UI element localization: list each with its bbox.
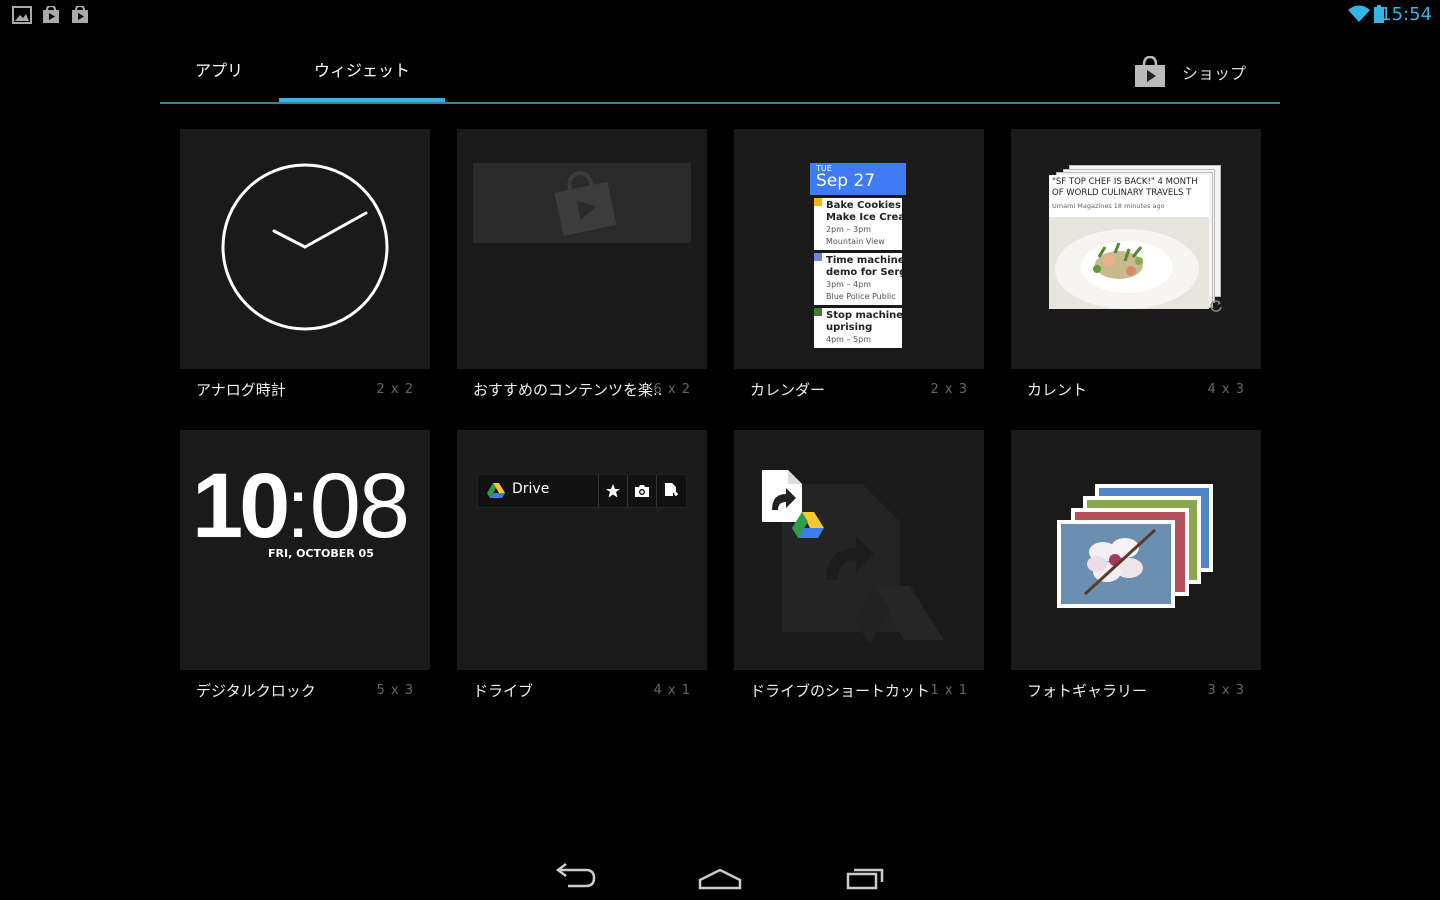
tab-bar: アプリ ウィジェット ショップ	[160, 40, 1280, 104]
widget-label-row: デジタルクロック 5 x 3	[180, 676, 430, 706]
digital-clock-preview: 10:08	[192, 454, 410, 559]
event-time: 3pm – 4pm	[826, 280, 872, 289]
calendar-preview: TUE Sep 27 Bake Cookies & Make Ice Cream…	[810, 163, 906, 348]
recent-apps-icon[interactable]	[836, 858, 896, 894]
widget-recommended[interactable]	[457, 129, 707, 369]
navigation-bar	[0, 850, 1440, 900]
calendar-date: Sep 27	[816, 171, 876, 191]
widget-calendar[interactable]: TUE Sep 27 Bake Cookies & Make Ice Cream…	[734, 129, 984, 369]
drive-new-doc-button	[656, 475, 685, 507]
widget-name: アナログ時計	[196, 381, 286, 399]
widget-label-row: アナログ時計 2 x 2	[180, 375, 430, 405]
currents-headline: "SF TOP CHEF IS BACK!" 4 MONTH OF WORLD …	[1052, 177, 1198, 198]
drive-star-button	[598, 475, 627, 507]
widget-size: 3 x 3	[1207, 683, 1245, 698]
widget-size: 5 x 3	[376, 683, 414, 698]
widget-size: 4 x 1	[653, 683, 691, 698]
clock-colon: :	[286, 461, 310, 555]
widget-drive[interactable]: Drive	[457, 430, 707, 670]
widget-analog-clock[interactable]	[180, 129, 430, 369]
clock-time: 15:54	[1380, 4, 1432, 25]
widget-drive-shortcut[interactable]	[734, 430, 984, 670]
currents-meta: Umami Magazines 18 minutes ago	[1052, 202, 1165, 210]
event-place: Mountain View	[826, 237, 885, 246]
event-color-marker	[814, 308, 822, 316]
event-time: 4pm – 5pm	[826, 335, 872, 344]
back-icon[interactable]	[546, 858, 606, 894]
clock-minute: 08	[309, 455, 410, 557]
event-title: Time machine	[826, 255, 902, 266]
photo-gallery-preview	[1057, 484, 1213, 608]
widget-size: 1 x 1	[930, 683, 968, 698]
home-icon[interactable]	[690, 858, 750, 894]
widget-size: 2 x 2	[376, 382, 414, 397]
status-bar: 15:54	[0, 0, 1440, 30]
widget-label-row: おすすめのコンテンツを楽.. 6 x 2	[457, 375, 707, 405]
star-icon	[606, 484, 620, 498]
widget-label-row: ドライブのショートカット 1 x 1	[734, 676, 984, 706]
play-store-icon	[72, 6, 88, 23]
food-photo-image	[1049, 217, 1209, 309]
event-title: demo for Sergey	[826, 267, 902, 278]
new-document-icon	[665, 483, 678, 496]
widget-name: ドライブのショートカット	[750, 682, 931, 700]
image-icon	[12, 6, 32, 24]
widget-label-row: カレント 4 x 3	[1011, 375, 1261, 405]
widget-digital-clock[interactable]: 10:08 FRI, OCTOBER 05	[180, 430, 430, 670]
drive-label: Drive	[512, 481, 550, 497]
calendar-header: TUE Sep 27	[810, 163, 906, 195]
play-store-icon	[554, 171, 617, 236]
calendar-event: Bake Cookies & Make Ice Cream 2pm – 3pm …	[814, 198, 902, 250]
event-color-marker	[814, 198, 822, 206]
event-title: Make Ice Cream	[826, 212, 902, 223]
widget-size: 2 x 3	[930, 382, 968, 397]
widget-size: 4 x 3	[1207, 382, 1245, 397]
widget-photo-gallery[interactable]	[1011, 430, 1261, 670]
event-title: uprising	[826, 322, 873, 333]
drive-camera-button	[627, 475, 656, 507]
play-store-icon	[1134, 56, 1165, 87]
widget-name: ドライブ	[473, 682, 534, 700]
widget-name: カレンダー	[750, 381, 826, 399]
drive-icon	[487, 483, 505, 498]
currents-preview: "SF TOP CHEF IS BACK!" 4 MONTH OF WORLD …	[1049, 165, 1222, 312]
event-title: Bake Cookies &	[826, 200, 902, 211]
refresh-icon	[1210, 300, 1222, 312]
tab-divider	[160, 102, 1280, 104]
document-shortcut-watermark-icon	[782, 484, 944, 644]
widget-size: 6 x 2	[653, 382, 691, 397]
widget-name: フォトギャラリー	[1027, 682, 1148, 700]
event-place: Blue Police Public	[826, 292, 896, 301]
widget-name: おすすめのコンテンツを楽..	[473, 381, 663, 399]
tab-widgets[interactable]: ウィジェット	[279, 40, 445, 103]
shortcut-file-icon	[762, 470, 824, 538]
currents-article: "SF TOP CHEF IS BACK!" 4 MONTH OF WORLD …	[1049, 175, 1209, 309]
widget-label-row: ドライブ 4 x 1	[457, 676, 707, 706]
recommended-preview	[473, 163, 691, 243]
calendar-event: Time machine demo for Sergey 3pm – 4pm B…	[814, 253, 902, 305]
event-time: 2pm – 3pm	[826, 225, 872, 234]
wifi-icon	[1348, 5, 1370, 22]
widget-name: デジタルクロック	[196, 682, 316, 700]
drive-preview: Drive	[477, 474, 687, 508]
analog-clock-preview	[221, 163, 389, 331]
camera-icon	[635, 485, 649, 497]
tab-apps[interactable]: アプリ	[160, 40, 278, 102]
calendar-event: Stop machine uprising 4pm – 5pm	[814, 308, 902, 348]
play-store-icon	[43, 6, 59, 23]
tab-widgets-label: ウィジェット	[313, 61, 410, 80]
widget-label-row: フォトギャラリー 3 x 3	[1011, 676, 1261, 706]
widget-name: カレント	[1027, 381, 1088, 399]
widget-label-row: カレンダー 2 x 3	[734, 375, 984, 405]
event-color-marker	[814, 253, 822, 261]
clock-hour: 10	[192, 455, 290, 557]
shop-button[interactable]: ショップ	[1134, 54, 1246, 90]
shop-label: ショップ	[1181, 64, 1246, 83]
event-title: Stop machine	[826, 310, 902, 321]
clock-date: FRI, OCTOBER 05	[268, 547, 374, 560]
widget-currents[interactable]: "SF TOP CHEF IS BACK!" 4 MONTH OF WORLD …	[1011, 129, 1261, 369]
